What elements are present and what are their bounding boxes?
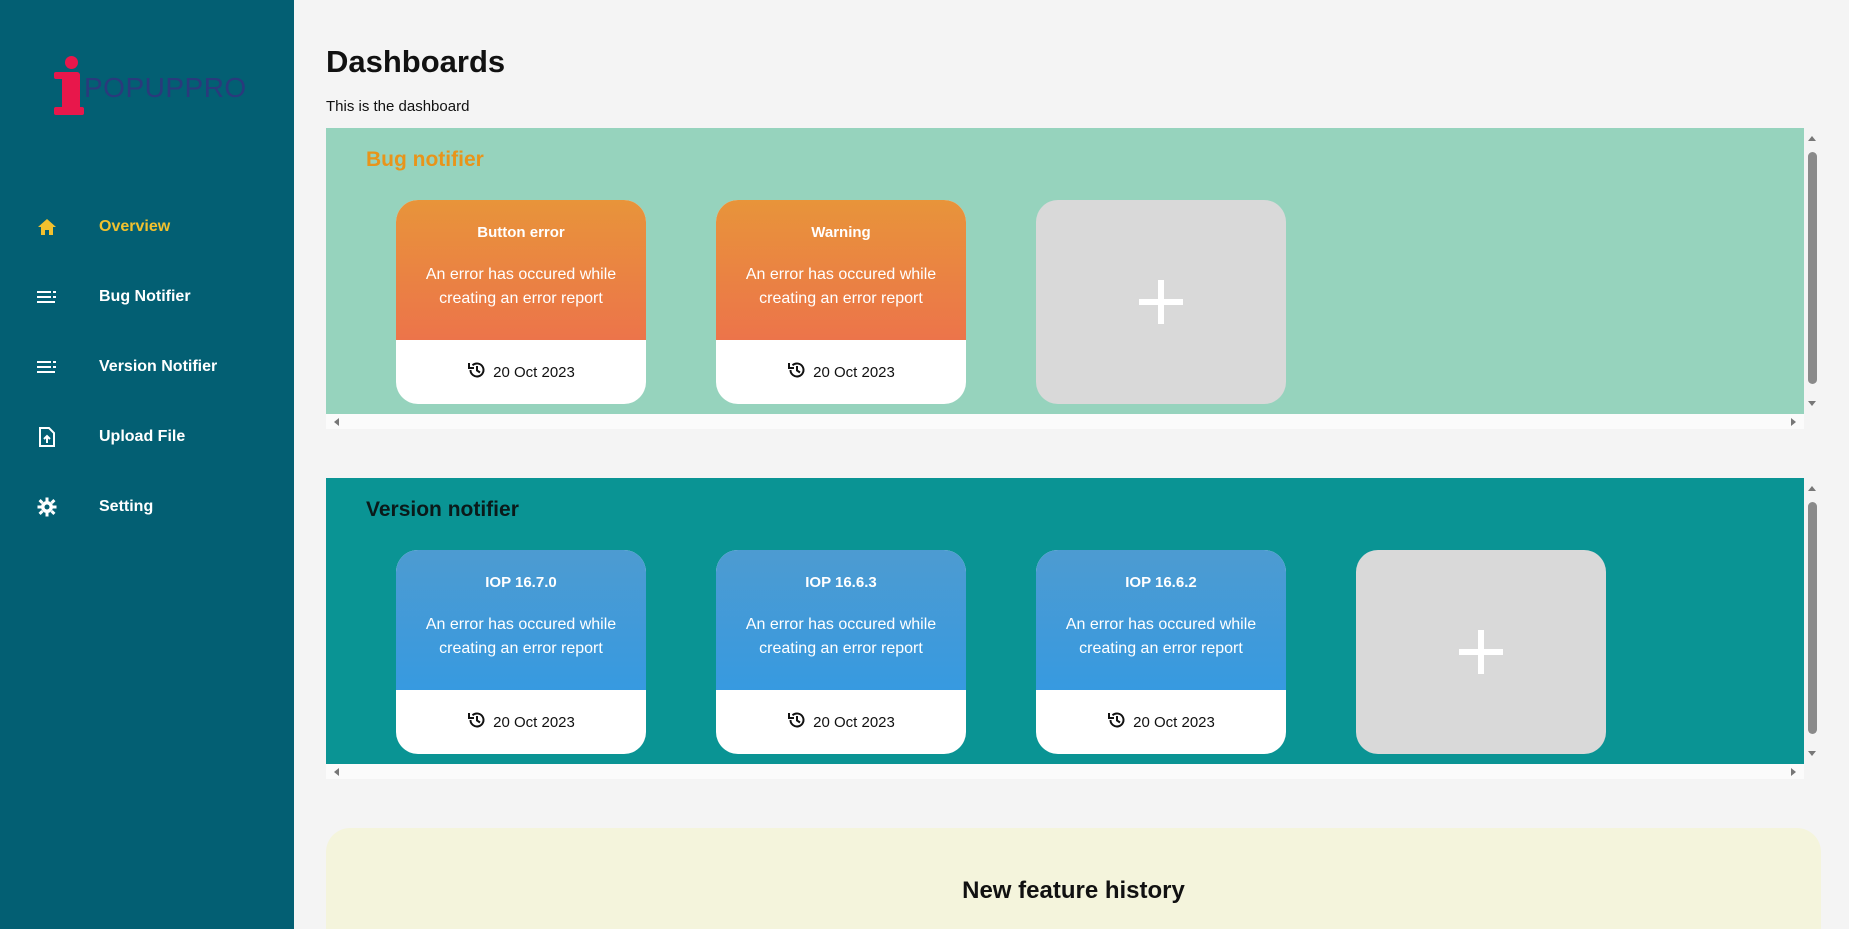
section-title: Bug notifier (366, 148, 484, 171)
bug-card[interactable]: Warning An error has occured while creat… (716, 200, 966, 404)
version-card[interactable]: IOP 16.7.0 An error has occured while cr… (396, 550, 646, 754)
sidebar-item-overview[interactable]: Overview (0, 192, 294, 262)
gear-icon (36, 496, 58, 518)
logo-i-icon (65, 56, 78, 69)
sidebar-item-label: Upload File (99, 428, 186, 445)
version-cards: IOP 16.7.0 An error has occured while cr… (396, 550, 1606, 754)
card-title: IOP 16.6.2 (1125, 574, 1197, 591)
card-description: An error has occured while creating an e… (425, 616, 617, 657)
bug-cards: Button error An error has occured while … (396, 200, 1286, 404)
home-icon (36, 216, 58, 238)
sidebar-item-label: Overview (99, 218, 171, 235)
card-title: IOP 16.6.3 (805, 574, 877, 591)
horizontal-scrollbar[interactable] (326, 414, 1804, 429)
history-icon (787, 710, 807, 734)
file-upload-icon (36, 426, 58, 448)
bug-notifier-section[interactable]: Bug notifier Button error An error has o… (326, 128, 1821, 429)
vertical-scrollbar[interactable] (1804, 128, 1821, 414)
add-version-card-button[interactable] (1356, 550, 1606, 754)
sidebar-item-label: Version Notifier (99, 358, 218, 375)
version-notifier-section[interactable]: Version notifier IOP 16.7.0 An error has… (326, 478, 1821, 779)
card-title: Button error (477, 224, 565, 241)
card-date: 20 Oct 2023 (493, 363, 575, 381)
main-content: Dashboards This is the dashboard Bug not… (294, 0, 1849, 929)
logo[interactable]: POPUPPRO (52, 52, 252, 118)
version-card[interactable]: IOP 16.6.2 An error has occured while cr… (1036, 550, 1286, 754)
horizontal-scrollbar[interactable] (326, 764, 1804, 779)
list-icon (36, 356, 58, 378)
sidebar-item-version-notifier[interactable]: Version Notifier (0, 332, 294, 402)
history-icon (467, 710, 487, 734)
sidebar-item-label: Setting (99, 498, 154, 515)
card-date: 20 Oct 2023 (813, 363, 895, 381)
section-title: Version notifier (366, 498, 519, 521)
list-icon (36, 286, 58, 308)
sidebar-item-upload-file[interactable]: Upload File (0, 402, 294, 472)
sidebar-nav: Overview Bug Notifier Version Notifier U… (0, 192, 294, 542)
logo-text: POPUPPRO (84, 72, 247, 103)
card-date: 20 Oct 2023 (1133, 713, 1215, 731)
plus-icon (1459, 630, 1503, 674)
card-description: An error has occured while creating an e… (745, 266, 937, 307)
sidebar: POPUPPRO Overview Bug Notifier Version N… (0, 0, 294, 929)
add-bug-card-button[interactable] (1036, 200, 1286, 404)
sidebar-item-label: Bug Notifier (99, 288, 191, 305)
card-date: 20 Oct 2023 (493, 713, 575, 731)
plus-icon (1139, 280, 1183, 324)
page-subtitle: This is the dashboard (326, 98, 470, 115)
version-card[interactable]: IOP 16.6.3 An error has occured while cr… (716, 550, 966, 754)
section-title: New feature history (962, 877, 1185, 904)
history-icon (1107, 710, 1127, 734)
card-title: IOP 16.7.0 (485, 574, 557, 591)
vertical-scrollbar[interactable] (1804, 478, 1821, 764)
feature-history-section: New feature history (326, 828, 1821, 929)
sidebar-item-bug-notifier[interactable]: Bug Notifier (0, 262, 294, 332)
bug-card[interactable]: Button error An error has occured while … (396, 200, 646, 404)
card-description: An error has occured while creating an e… (1065, 616, 1257, 657)
page-title: Dashboards (326, 44, 506, 79)
sidebar-item-setting[interactable]: Setting (0, 472, 294, 542)
history-icon (467, 360, 487, 384)
card-description: An error has occured while creating an e… (425, 266, 617, 307)
card-description: An error has occured while creating an e… (745, 616, 937, 657)
card-title: Warning (811, 224, 871, 241)
card-date: 20 Oct 2023 (813, 713, 895, 731)
history-icon (787, 360, 807, 384)
